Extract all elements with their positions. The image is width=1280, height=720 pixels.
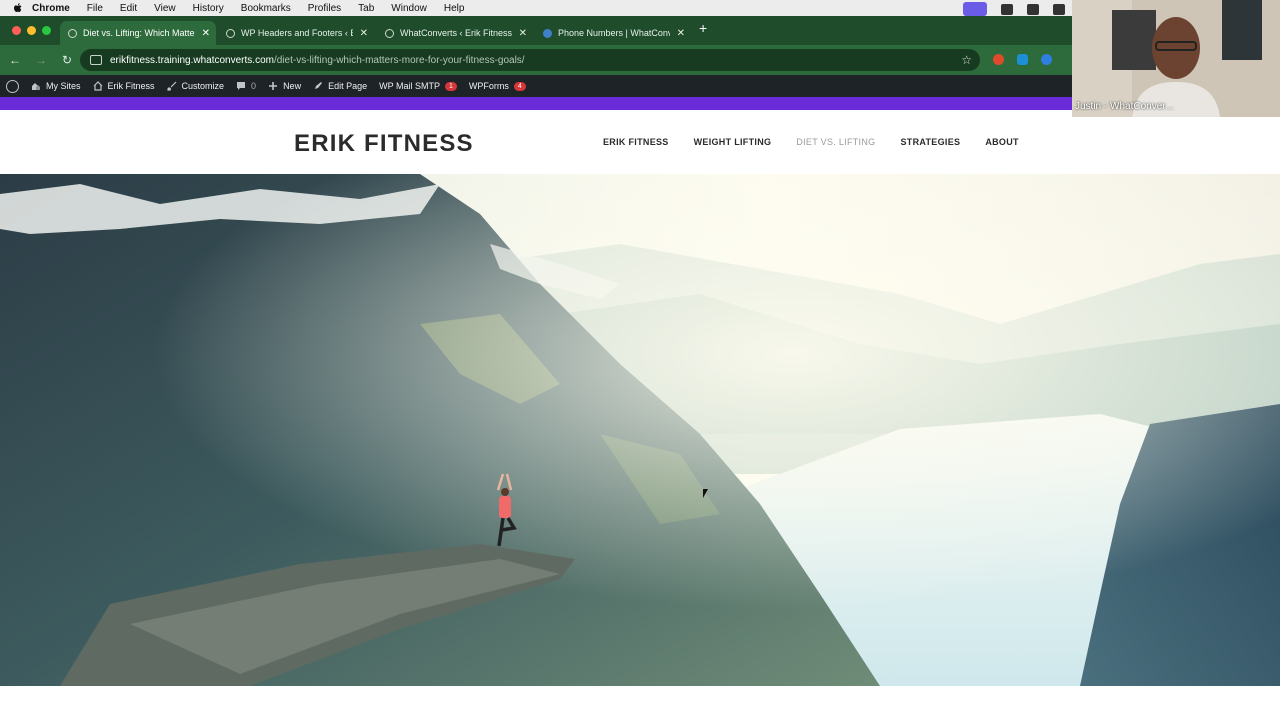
- nav-diet-vs-lifting[interactable]: DIET VS. LIFTING: [796, 137, 875, 147]
- comments-count: 0: [251, 81, 257, 91]
- tab-title: Phone Numbers | WhatConve: [558, 28, 670, 38]
- globe-icon: [385, 28, 394, 38]
- webcam-name-label: Justin - WhatConver...: [1075, 101, 1174, 112]
- wp-comments[interactable]: 0: [236, 81, 256, 91]
- site-logo[interactable]: ERIK FITNESS: [294, 130, 474, 158]
- wp-my-sites[interactable]: My Sites: [31, 81, 81, 91]
- display-icon[interactable]: [1053, 3, 1065, 15]
- notification-badge: 1: [444, 81, 457, 91]
- wp-customize[interactable]: Customize: [166, 81, 225, 91]
- edit-page-label: Edit Page: [328, 81, 368, 91]
- globe-icon: [68, 28, 77, 38]
- pencil-icon: [315, 82, 323, 89]
- my-sites-icon: [32, 83, 40, 90]
- reload-icon[interactable]: ↻: [56, 53, 78, 67]
- wp-mail-smtp[interactable]: WP Mail SMTP 1: [379, 81, 457, 91]
- menu-file[interactable]: File: [87, 3, 103, 14]
- site-name-label: Erik Fitness: [107, 81, 155, 91]
- nav-about[interactable]: ABOUT: [985, 137, 1019, 147]
- globe-icon: [226, 28, 235, 38]
- tab-title: WhatConverts ‹ Erik Fitness: [400, 28, 512, 38]
- notification-badge: 4: [513, 81, 526, 91]
- extension-icon[interactable]: [993, 54, 1004, 65]
- browser-tab[interactable]: Diet vs. Lifting: Which Matters ✕: [60, 21, 216, 45]
- minimize-window-button[interactable]: [27, 26, 36, 35]
- menu-bar-status-icons: [963, 2, 1065, 16]
- wp-site-name[interactable]: Erik Fitness: [93, 81, 155, 91]
- extension-icon[interactable]: [1017, 54, 1028, 65]
- status-icon[interactable]: [1027, 3, 1039, 15]
- menu-profiles[interactable]: Profiles: [308, 3, 341, 14]
- screen-share-icon[interactable]: [963, 2, 987, 16]
- plus-icon: [269, 82, 278, 90]
- mouse-cursor: [703, 489, 708, 498]
- hero-image: [0, 174, 1280, 686]
- webcam-overlay: Justin - WhatConver...: [1072, 0, 1280, 117]
- menu-bookmarks[interactable]: Bookmarks: [241, 3, 291, 14]
- site-info-icon[interactable]: [90, 55, 102, 65]
- presenter-video-image: [1072, 0, 1280, 117]
- browser-tab[interactable]: Phone Numbers | WhatConve ✕: [535, 21, 691, 45]
- wp-edit-page[interactable]: Edit Page: [313, 81, 367, 91]
- url-host: erikfitness.training.whatconverts.com: [110, 54, 274, 66]
- my-sites-label: My Sites: [46, 81, 81, 91]
- window-controls: [12, 26, 51, 35]
- back-icon[interactable]: ←: [4, 53, 26, 67]
- menu-edit[interactable]: Edit: [120, 3, 137, 14]
- nav-erik-fitness[interactable]: ERIK FITNESS: [603, 137, 669, 147]
- fjord-landscape-image: [0, 174, 1280, 686]
- apple-icon[interactable]: [12, 2, 24, 14]
- new-label: New: [283, 81, 302, 91]
- menu-help[interactable]: Help: [444, 3, 465, 14]
- browser-tab[interactable]: WP Headers and Footers ‹ Er ✕: [218, 21, 374, 45]
- extension-icon[interactable]: [1041, 54, 1052, 65]
- menu-window[interactable]: Window: [391, 3, 427, 14]
- close-window-button[interactable]: [12, 26, 21, 35]
- wp-mail-smtp-label: WP Mail SMTP: [379, 81, 440, 91]
- tab-title: Diet vs. Lifting: Which Matters: [83, 28, 195, 38]
- new-tab-icon[interactable]: +: [699, 20, 707, 36]
- wp-wpforms[interactable]: WPForms 4: [469, 81, 526, 91]
- tab-title: WP Headers and Footers ‹ Er: [241, 28, 353, 38]
- url-path: /diet-vs-lifting-which-matters-more-for-…: [273, 54, 525, 66]
- brush-icon: [166, 81, 176, 91]
- customize-label: Customize: [181, 81, 225, 91]
- bookmark-star-icon[interactable]: ☆: [961, 53, 972, 67]
- whatconverts-icon: [543, 28, 552, 38]
- menu-history[interactable]: History: [193, 3, 224, 14]
- dashboard-icon: [93, 81, 102, 91]
- nav-strategies[interactable]: STRATEGIES: [900, 137, 960, 147]
- wp-new[interactable]: New: [268, 81, 301, 91]
- wpforms-label: WPForms: [468, 81, 509, 91]
- close-tab-icon[interactable]: ✕: [360, 28, 368, 39]
- site-header: ERIK FITNESS ERIK FITNESS WEIGHT LIFTING…: [0, 110, 1280, 174]
- wordpress-logo-icon[interactable]: [6, 79, 19, 93]
- comment-icon: [237, 82, 246, 90]
- browser-tab[interactable]: WhatConverts ‹ Erik Fitness ✕: [377, 21, 533, 45]
- page-content-area: [0, 686, 1280, 720]
- close-tab-icon[interactable]: ✕: [677, 28, 685, 39]
- zoom-window-button[interactable]: [42, 26, 51, 35]
- forward-icon[interactable]: →: [30, 53, 52, 67]
- menu-tab[interactable]: Tab: [358, 3, 374, 14]
- close-tab-icon[interactable]: ✕: [202, 28, 210, 39]
- menu-view[interactable]: View: [154, 3, 176, 14]
- nav-weight-lifting[interactable]: WEIGHT LIFTING: [694, 137, 772, 147]
- site-navigation: ERIK FITNESS WEIGHT LIFTING DIET VS. LIF…: [603, 137, 1044, 147]
- close-tab-icon[interactable]: ✕: [519, 28, 527, 39]
- menu-app-chrome[interactable]: Chrome: [32, 3, 70, 14]
- address-bar[interactable]: erikfitness.training.whatconverts.com /d…: [80, 49, 980, 71]
- status-icon[interactable]: [1001, 3, 1013, 15]
